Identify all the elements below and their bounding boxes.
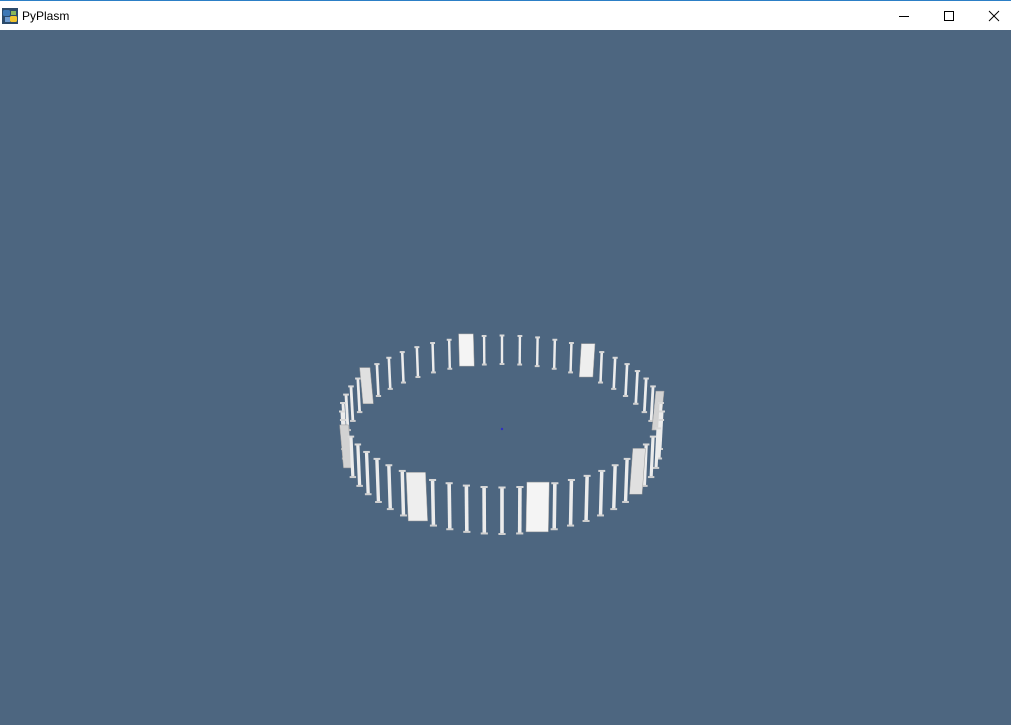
column [517, 334, 523, 366]
column [611, 356, 618, 390]
column [633, 370, 641, 405]
column [568, 342, 574, 374]
column [363, 450, 372, 496]
column [551, 338, 558, 370]
column [354, 443, 363, 487]
column [385, 464, 394, 511]
column [348, 385, 356, 422]
pyplasm-window: PyPlasm [0, 0, 1011, 725]
column [399, 351, 407, 384]
3d-viewport[interactable] [0, 30, 1011, 725]
window-title: PyPlasm [22, 9, 70, 23]
column [374, 363, 382, 398]
close-button[interactable] [971, 1, 1011, 30]
colonnade-model [339, 333, 665, 535]
column [373, 457, 382, 503]
column [446, 338, 453, 370]
column [567, 478, 575, 527]
column [534, 336, 541, 368]
column [498, 486, 506, 535]
column [597, 469, 606, 517]
maximize-icon [943, 10, 954, 21]
column [610, 464, 619, 511]
minimize-button[interactable] [881, 1, 926, 30]
column [445, 482, 454, 531]
panel-wall [405, 472, 428, 522]
panel-wall [359, 367, 374, 405]
panel-wall [578, 343, 596, 378]
column [462, 484, 471, 533]
python-icon [2, 8, 18, 24]
column-group [339, 333, 665, 535]
origin-marker [500, 427, 504, 431]
close-icon [988, 10, 999, 21]
column [641, 377, 649, 414]
maximize-button[interactable] [926, 1, 971, 30]
column [398, 469, 407, 517]
title-bar[interactable]: PyPlasm [0, 0, 1011, 30]
column [481, 334, 487, 366]
column [414, 346, 421, 379]
minimize-icon [898, 15, 909, 17]
panel-wall [629, 448, 646, 495]
column [499, 334, 505, 365]
panel-wall [525, 481, 550, 533]
column [647, 435, 657, 479]
column [516, 486, 524, 535]
column [582, 474, 591, 522]
panel-wall [458, 333, 475, 367]
column [622, 363, 630, 398]
column [480, 486, 488, 535]
column [429, 478, 437, 527]
column [386, 356, 393, 390]
column [597, 351, 605, 384]
column [430, 342, 436, 374]
column [550, 482, 559, 531]
column [622, 457, 631, 503]
